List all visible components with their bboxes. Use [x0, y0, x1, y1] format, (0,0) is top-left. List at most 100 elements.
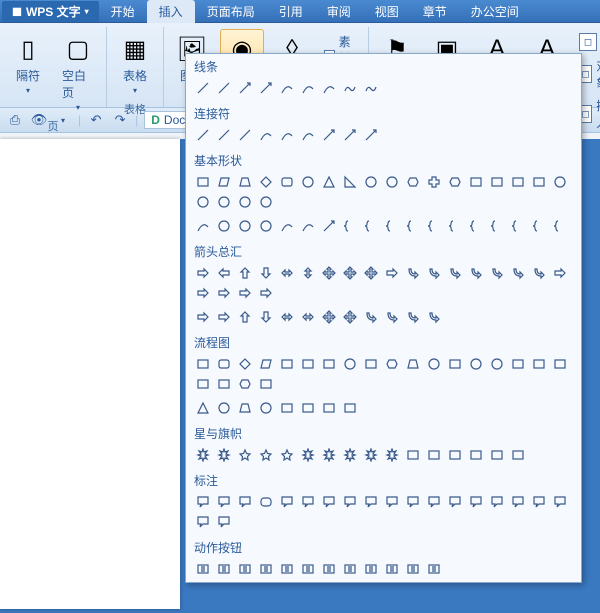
shape-item[interactable]: [192, 445, 213, 465]
shape-item[interactable]: [465, 492, 486, 512]
shape-item[interactable]: [339, 172, 360, 192]
shape-item[interactable]: [192, 78, 213, 98]
shape-item[interactable]: [234, 354, 255, 374]
ribbon-btn-隔符[interactable]: ▯隔符▾: [6, 29, 50, 99]
shape-item[interactable]: [360, 307, 381, 327]
app-logo[interactable]: ◼ WPS 文字 ▾: [2, 1, 99, 22]
shape-item[interactable]: [465, 263, 486, 283]
shape-item[interactable]: [276, 307, 297, 327]
shape-item[interactable]: [549, 263, 570, 283]
shape-item[interactable]: [339, 78, 360, 98]
shape-item[interactable]: [339, 263, 360, 283]
shape-item[interactable]: [192, 512, 213, 532]
shape-item[interactable]: [297, 398, 318, 418]
shape-item[interactable]: [486, 216, 507, 236]
shape-item[interactable]: [255, 78, 276, 98]
shape-item[interactable]: [402, 445, 423, 465]
shape-item[interactable]: [381, 263, 402, 283]
shape-item[interactable]: [213, 559, 234, 579]
shape-item[interactable]: [297, 78, 318, 98]
shape-item[interactable]: [255, 172, 276, 192]
qat-preview-icon[interactable]: 👁: [30, 111, 48, 129]
shape-item[interactable]: [213, 374, 234, 394]
shape-item[interactable]: [507, 354, 528, 374]
shape-item[interactable]: [318, 559, 339, 579]
shape-item[interactable]: [549, 492, 570, 512]
shape-item[interactable]: [318, 445, 339, 465]
document-page[interactable]: [0, 139, 180, 609]
shape-item[interactable]: [507, 492, 528, 512]
shape-item[interactable]: [318, 78, 339, 98]
shape-item[interactable]: [255, 374, 276, 394]
shape-item[interactable]: [549, 216, 570, 236]
shape-item[interactable]: [318, 307, 339, 327]
shape-item[interactable]: [486, 354, 507, 374]
menu-tab-1[interactable]: 插入: [147, 0, 195, 23]
shape-item[interactable]: [465, 172, 486, 192]
shape-item[interactable]: [318, 354, 339, 374]
shape-item[interactable]: [192, 374, 213, 394]
shape-item[interactable]: [192, 263, 213, 283]
shape-item[interactable]: [339, 354, 360, 374]
shape-item[interactable]: [234, 445, 255, 465]
shape-item[interactable]: [360, 172, 381, 192]
shape-item[interactable]: [213, 492, 234, 512]
shape-item[interactable]: [255, 216, 276, 236]
shape-item[interactable]: [402, 263, 423, 283]
shape-item[interactable]: [213, 283, 234, 303]
shape-item[interactable]: [234, 216, 255, 236]
menu-tab-2[interactable]: 页面布局: [195, 0, 267, 23]
shape-item[interactable]: [276, 492, 297, 512]
shape-item[interactable]: [423, 172, 444, 192]
shape-item[interactable]: [444, 172, 465, 192]
shape-item[interactable]: [297, 263, 318, 283]
shape-item[interactable]: [192, 307, 213, 327]
shape-item[interactable]: [528, 354, 549, 374]
menu-tab-6[interactable]: 章节: [411, 0, 459, 23]
shape-item[interactable]: [444, 492, 465, 512]
shape-item[interactable]: [507, 263, 528, 283]
shape-item[interactable]: [465, 445, 486, 465]
shape-item[interactable]: [423, 307, 444, 327]
shape-item[interactable]: [402, 354, 423, 374]
shape-item[interactable]: [486, 445, 507, 465]
shape-item[interactable]: [276, 398, 297, 418]
shape-item[interactable]: [213, 78, 234, 98]
shape-item[interactable]: [255, 283, 276, 303]
shape-item[interactable]: [192, 172, 213, 192]
shape-item[interactable]: [465, 216, 486, 236]
shape-item[interactable]: [255, 354, 276, 374]
shape-item[interactable]: [444, 263, 465, 283]
shape-item[interactable]: [192, 192, 213, 212]
shape-item[interactable]: [276, 125, 297, 145]
shape-item[interactable]: [255, 125, 276, 145]
shape-item[interactable]: [234, 192, 255, 212]
shape-item[interactable]: [255, 307, 276, 327]
shape-item[interactable]: [318, 263, 339, 283]
shape-item[interactable]: [339, 216, 360, 236]
shape-item[interactable]: [423, 354, 444, 374]
shape-item[interactable]: [234, 374, 255, 394]
shape-item[interactable]: [255, 398, 276, 418]
shape-item[interactable]: [234, 172, 255, 192]
shape-item[interactable]: [360, 216, 381, 236]
shape-item[interactable]: [255, 192, 276, 212]
shape-item[interactable]: [234, 398, 255, 418]
shape-item[interactable]: [234, 78, 255, 98]
shape-item[interactable]: [381, 445, 402, 465]
shape-item[interactable]: [528, 263, 549, 283]
shape-item[interactable]: [339, 398, 360, 418]
shape-item[interactable]: [297, 307, 318, 327]
shape-item[interactable]: [297, 125, 318, 145]
shape-item[interactable]: [486, 263, 507, 283]
shape-item[interactable]: [486, 492, 507, 512]
shape-item[interactable]: [192, 125, 213, 145]
shape-item[interactable]: [213, 216, 234, 236]
shape-item[interactable]: [507, 172, 528, 192]
shape-item[interactable]: [276, 559, 297, 579]
shape-item[interactable]: [192, 398, 213, 418]
shape-item[interactable]: [255, 559, 276, 579]
shape-item[interactable]: [360, 492, 381, 512]
qat-redo-icon[interactable]: ↷: [111, 111, 129, 129]
shape-item[interactable]: [255, 263, 276, 283]
